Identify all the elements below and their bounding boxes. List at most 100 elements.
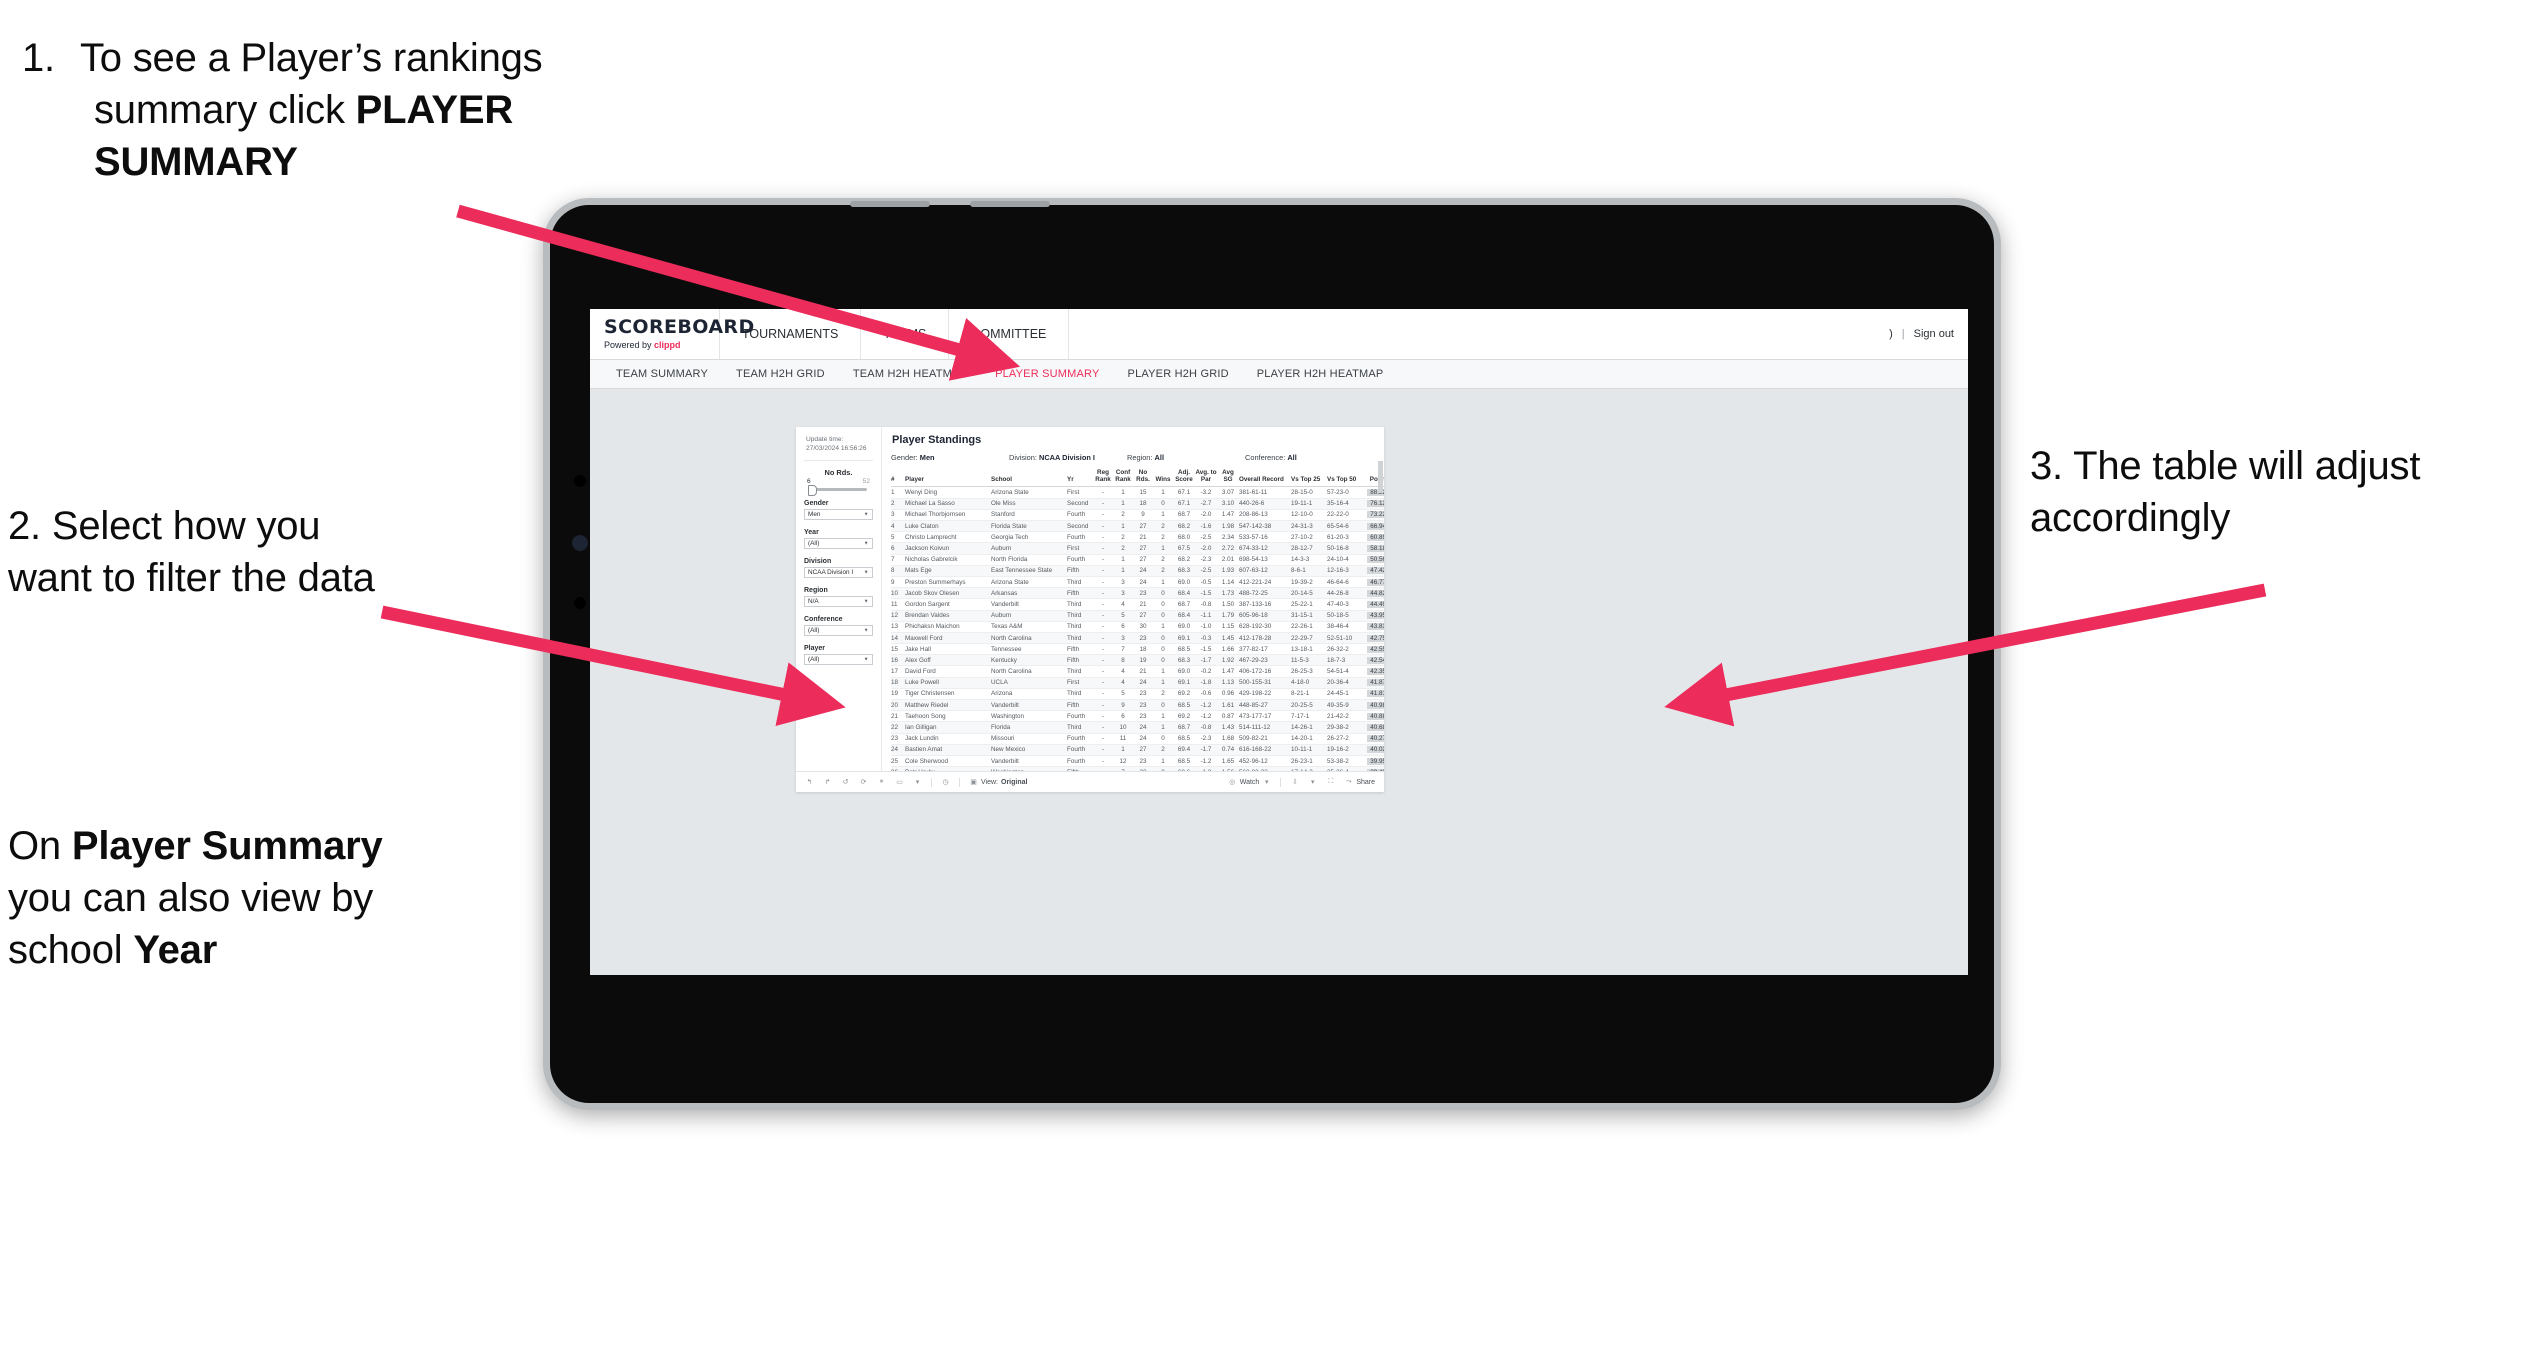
- table-cell-vs-top-50: 50-16-8: [1327, 542, 1363, 555]
- filter-conference-select[interactable]: (All) ▼: [804, 624, 873, 636]
- table-row[interactable]: 20 Matthew Riedel Vanderbilt Fifth -9 23 0 68.5…: [891, 699, 1384, 712]
- table-cell-overall-record: 698-54-13: [1239, 554, 1291, 566]
- points-value: 40.27: [1367, 735, 1384, 743]
- th-no-rds[interactable]: No Rds.: [1133, 469, 1153, 488]
- tab-team-summary[interactable]: TEAM SUMMARY: [602, 368, 722, 380]
- filter-player-select[interactable]: (All) ▼: [804, 653, 873, 665]
- tab-player-h2h-heatmap[interactable]: PLAYER H2H HEATMAP: [1243, 368, 1398, 380]
- th-overall-record[interactable]: Overall Record: [1239, 469, 1291, 488]
- th-vs-top-25[interactable]: Vs Top 25: [1291, 469, 1327, 488]
- chevron-down-icon[interactable]: ▾: [1308, 778, 1317, 787]
- table-cell-player: Brendan Valdes: [905, 610, 991, 622]
- tab-team-h2h-grid[interactable]: TEAM H2H GRID: [722, 368, 839, 380]
- th-rank[interactable]: #: [891, 469, 905, 488]
- table-cell-player: Matthew Riedel: [905, 699, 991, 712]
- table-row[interactable]: 25 Cole Sherwood Vanderbilt Fourth -12 23 1 68.…: [891, 755, 1384, 768]
- table-row[interactable]: 8 Mats Ege East Tennessee State Fifth -1 24 2 6…: [891, 565, 1384, 577]
- table-cell-school: East Tennessee State: [991, 565, 1067, 577]
- table-cell-wins: 0: [1153, 699, 1173, 712]
- table-cell-no-rds: 23: [1133, 755, 1153, 768]
- table-cell-avg-to-par: -1.2: [1195, 755, 1217, 768]
- dropdown-caret-icon[interactable]: ▾: [913, 778, 922, 787]
- table-row[interactable]: 12 Brendan Valdes Auburn Third -5 27 0 68.4 -1.1…: [891, 610, 1384, 622]
- filter-region-select[interactable]: N/A ▼: [804, 595, 873, 607]
- clock-icon[interactable]: ◷: [941, 778, 950, 787]
- table-cell-no-rds: 18: [1133, 498, 1153, 510]
- redo-icon[interactable]: ↱: [823, 778, 832, 787]
- table-row[interactable]: 7 Nicholas Gabrelcik North Florida Fourth -1…: [891, 554, 1384, 566]
- share-control[interactable]: ⤳ Share: [1344, 778, 1375, 787]
- th-player[interactable]: Player: [905, 469, 991, 488]
- viz-toolbar: ↰ ↱ ↺ ⟳ ⏸ ▭ ▾ ◷ ▣ View: Original ◎ Watch…: [796, 771, 1384, 792]
- table-row[interactable]: 22 Ian Gilligan Florida Third -10 24 1 68.7 -0.8…: [891, 721, 1384, 734]
- table-cell-wins: 0: [1153, 587, 1173, 600]
- table-row[interactable]: 9 Preston Summerhays Arizona State Third -3 2…: [891, 576, 1384, 589]
- tab-player-summary[interactable]: PLAYER SUMMARY: [981, 368, 1113, 380]
- th-school[interactable]: School: [991, 469, 1067, 488]
- table-cell-avg-to-par: -0.8: [1195, 721, 1217, 734]
- table-row[interactable]: 4 Luke Claton Florida State Second -1 27 2 68.2…: [891, 520, 1384, 533]
- table-row[interactable]: 26Petr HrubyWashingtonFifth-723068.6-1.8…: [891, 766, 1384, 771]
- table-row[interactable]: 10 Jacob Skov Olesen Arkansas Fifth -3 23 0 68.…: [891, 587, 1384, 600]
- filter-gender-value: Men: [808, 510, 821, 518]
- nav-item-tournaments[interactable]: TOURNAMENTS: [720, 309, 862, 359]
- points-value: 43.95: [1367, 612, 1384, 620]
- table-cell-avg-to-par: -1.8: [1195, 677, 1217, 689]
- rect-icon[interactable]: ▭: [895, 778, 904, 787]
- table-row[interactable]: 17 David Ford North Carolina Third -4 21 1 69.0…: [891, 665, 1384, 678]
- table-row[interactable]: 15 Jake Hall Tennessee Fifth -7 18 0 68.5 -1.5 1.…: [891, 643, 1384, 656]
- table-row[interactable]: 3 Michael Thorbjornsen Stanford Fourth -2 9 1 6…: [891, 509, 1384, 522]
- table-cell-no-rds: 24: [1133, 733, 1153, 745]
- undo-icon[interactable]: ↰: [805, 778, 814, 787]
- th-wins[interactable]: Wins: [1153, 469, 1173, 488]
- filter-division-select[interactable]: NCAA Division I ▼: [804, 566, 873, 578]
- table-cell-no-rds: 30: [1133, 621, 1153, 633]
- table-row[interactable]: 19 Tiger Christensen Arizona Third -5 23 2 69.2…: [891, 688, 1384, 701]
- nav-item-committee[interactable]: COMMITTEE: [949, 309, 1070, 359]
- th-vs-top-50[interactable]: Vs Top 50: [1327, 469, 1363, 488]
- table-row[interactable]: 6 Jackson Koivun Auburn First -2 27 1 67.5 -2.0 2…: [891, 542, 1384, 555]
- th-avg-sg[interactable]: Avg SG: [1217, 469, 1239, 488]
- table-row[interactable]: 13 Phichaksn Maichon Texas A&M Third -6 30 1 69…: [891, 621, 1384, 633]
- no-rounds-slider-handle[interactable]: [808, 484, 817, 496]
- table-cell-wins: 1: [1153, 542, 1173, 555]
- th-reg-rank[interactable]: Reg Rank: [1093, 469, 1113, 488]
- account-user-glyph[interactable]: ): [1889, 328, 1893, 340]
- view-label: View:: [981, 778, 998, 786]
- watch-control[interactable]: ◎ Watch ▾: [1228, 778, 1272, 787]
- th-yr[interactable]: Yr: [1067, 469, 1093, 488]
- refresh-icon[interactable]: ⟳: [859, 778, 868, 787]
- table-row[interactable]: 14 Maxwell Ford North Carolina Third -3 23 0 69…: [891, 632, 1384, 645]
- table-row[interactable]: 18 Luke Powell UCLA First -4 24 1 69.1 -1.8 1.13 5…: [891, 677, 1384, 689]
- filter-gender-select[interactable]: Men ▼: [804, 508, 873, 520]
- table-row[interactable]: 1 Wenyi Ding Arizona State First -1 15 1 67.1 -3…: [891, 486, 1384, 499]
- th-adj-score[interactable]: Adj. Score: [1173, 469, 1195, 488]
- filter-year-select[interactable]: (All) ▼: [804, 537, 873, 549]
- view-control[interactable]: ▣ View: Original: [969, 778, 1027, 787]
- table-row[interactable]: 16 Alex Goff Kentucky Fifth -8 19 0 68.3 -1.7 1.9…: [891, 654, 1384, 667]
- tab-player-h2h-grid[interactable]: PLAYER H2H GRID: [1114, 368, 1243, 380]
- table-row[interactable]: 2 Michael La Sasso Ole Miss Second -1 18 0 67.1…: [891, 498, 1384, 510]
- table-cell-vs-top-25: 26-25-3: [1291, 665, 1327, 678]
- fullscreen-icon[interactable]: ⛶: [1326, 778, 1335, 787]
- table-cell-school: Georgia Tech: [991, 531, 1067, 544]
- table-cell-conf-rank: 10: [1113, 721, 1133, 734]
- table-vertical-scrollbar[interactable]: [1378, 461, 1383, 493]
- revert-icon[interactable]: ↺: [841, 778, 850, 787]
- table-row[interactable]: 21 Taehoon Song Washington Fourth -6 23 1 69.2-…: [891, 710, 1384, 723]
- pause-icon[interactable]: ⏸: [877, 778, 886, 787]
- table-row[interactable]: 5 Christo Lamprecht Georgia Tech Fourth -2 21…: [891, 531, 1384, 544]
- tab-team-h2h-heatmap[interactable]: TEAM H2H HEATMAP: [839, 368, 981, 380]
- table-cell-adj-score: 68.6: [1173, 766, 1195, 771]
- sign-out-link[interactable]: Sign out: [1914, 328, 1954, 340]
- table-row[interactable]: 23 Jack Lundin Missouri Fourth -11 24 0 68.5 -2.…: [891, 733, 1384, 745]
- download-icon[interactable]: ⇩: [1290, 778, 1299, 787]
- th-avg-to-par[interactable]: Avg. to Par: [1195, 469, 1217, 488]
- nav-item-teams[interactable]: TEAMS: [861, 309, 950, 359]
- table-row[interactable]: 11 Gordon Sargent Vanderbilt Third -4 21 0 68.7…: [891, 598, 1384, 611]
- th-conf-rank[interactable]: Conf Rank: [1113, 469, 1133, 488]
- table-row[interactable]: 24 Bastien Amat New Mexico Fourth -1 27 2 69.4-…: [891, 744, 1384, 756]
- no-rounds-slider-track[interactable]: [808, 484, 867, 496]
- table-cell-overall-record: 509-82-21: [1239, 733, 1291, 745]
- meta-conference-label: Conference:: [1245, 453, 1286, 462]
